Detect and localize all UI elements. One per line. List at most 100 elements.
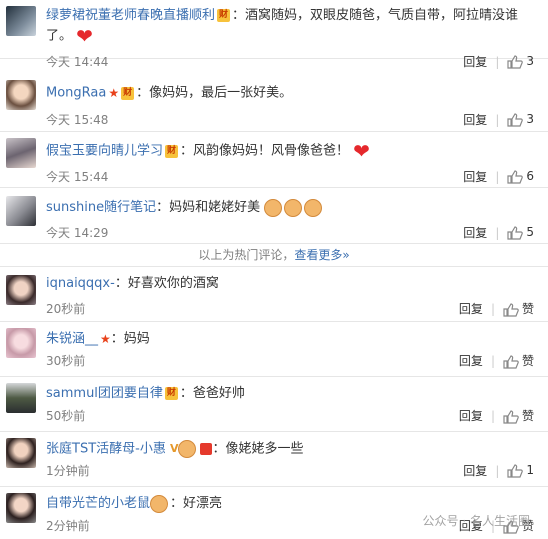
like-button[interactable]: 赞 — [503, 300, 534, 317]
watermark: 公众号 · 名人生活圈 — [422, 514, 530, 528]
comment-text: ：好漂亮 — [170, 496, 223, 511]
fortune-badge-icon: 财 — [121, 86, 135, 100]
reply-button[interactable]: 回复 — [463, 462, 487, 479]
like-count: 3 — [526, 112, 534, 127]
comment-time: 2分钟前 — [46, 519, 90, 533]
comment-text: ：妈妈和姥姥好美 — [156, 200, 261, 215]
like-button[interactable]: 3 — [507, 112, 534, 127]
comment-actions: 回复 | 3 — [463, 111, 534, 128]
comment-text: ：像妈妈，最后一张好美。 — [136, 85, 293, 101]
avatar[interactable] — [6, 138, 36, 168]
comment-actions: 回复 | 赞 — [458, 300, 534, 317]
like-count: 赞 — [521, 302, 534, 316]
hot-comments-footer: 以上为热门评论，查看更多» — [0, 244, 548, 267]
clap-emoji-icon — [264, 198, 283, 217]
avatar[interactable] — [6, 438, 36, 468]
thumbs-up-icon — [507, 55, 524, 69]
thumbs-up-icon — [507, 113, 524, 127]
like-count: 1 — [526, 463, 534, 478]
comment-username[interactable]: 张庭TST活酵母-小惠 — [46, 442, 166, 457]
comment-username[interactable]: 自带光芒的小老鼠 — [46, 496, 150, 511]
comment-text: ：像姥姥多一些 — [212, 441, 304, 457]
comment-actions: 回复 | 6 — [463, 168, 534, 185]
comment-text: ：风韵像妈妈！风骨像爸爸！ — [180, 143, 350, 159]
thumbs-up-icon — [503, 409, 519, 424]
avatar[interactable] — [6, 493, 36, 523]
like-count: 6 — [526, 169, 534, 184]
comment-item: 朱锐涵__ ★：妈妈 30秒前 回复 | 赞 — [0, 322, 548, 377]
comment-actions: 回复 | 1 — [463, 462, 534, 479]
comment-text: ：爸爸好帅 — [179, 386, 245, 401]
thumbs-up-icon — [507, 464, 524, 478]
reply-button[interactable]: 回复 — [459, 300, 483, 317]
comment-username[interactable]: MongRaa — [46, 86, 106, 101]
fortune-badge-icon: 财 — [165, 144, 179, 158]
avatar[interactable] — [6, 328, 36, 358]
comment-item: 张庭TST活酵母-小惠 V ：像姥姥多一些 1分钟前 回复 | 1 — [0, 432, 548, 487]
like-count: 5 — [526, 225, 534, 240]
comment-time: 30秒前 — [46, 354, 86, 368]
red-envelope-icon — [200, 443, 213, 455]
reply-button[interactable]: 回复 — [463, 53, 487, 70]
comment-time: 50秒前 — [46, 409, 86, 423]
avatar[interactable] — [6, 196, 36, 226]
comment-username[interactable]: 朱锐涵__ — [46, 332, 98, 347]
comment-actions: 回复 | 3 — [463, 53, 534, 70]
comment-item: iqnaiqqqx-：好喜欢你的酒窝 20秒前 回复 | 赞 — [0, 267, 548, 322]
comment-item: MongRaa ★ 财：像妈妈，最后一张好美。 今天 15:48 回复 | 3 — [0, 75, 548, 132]
like-button[interactable]: 6 — [507, 169, 534, 184]
vip-v-icon: V — [169, 442, 179, 455]
comment-item: 绿萝裙祝董老师春晚直播顺利财：酒窝随妈，双眼皮随爸，气质自带，阿拉晴没谁了。 ❤… — [0, 0, 548, 69]
comment-username[interactable]: sammul团团要自律 — [46, 386, 163, 401]
thumbs-up-icon — [507, 170, 524, 184]
comment-username[interactable]: 绿萝裙祝董老师春晚直播顺利 — [46, 8, 215, 23]
comment-time: 1分钟前 — [46, 464, 90, 478]
comment-time: 今天 14:44 — [46, 55, 109, 69]
like-button[interactable]: 赞 — [503, 352, 534, 369]
fortune-badge-icon: 财 — [164, 387, 178, 400]
comment-time: 今天 15:44 — [46, 170, 109, 184]
comment-username[interactable]: 假宝玉要向晴儿学习 — [46, 144, 163, 159]
avatar[interactable] — [6, 275, 36, 305]
like-count: 赞 — [521, 354, 534, 368]
comment-item: 假宝玉要向晴儿学习财：风韵像妈妈！风骨像爸爸！ ❤ 今天 15:44 回复 | 6 — [0, 132, 548, 188]
comment-actions: 回复 | 赞 — [458, 407, 534, 424]
fortune-badge-icon: 财 — [217, 9, 231, 22]
comment-actions: 回复 | 赞 — [458, 352, 534, 369]
like-count: 赞 — [521, 409, 534, 423]
star-icon: ★ — [108, 86, 120, 100]
avatar[interactable] — [6, 6, 36, 36]
emoji-icon — [178, 440, 197, 458]
comment-item: sunshine随行笔记：妈妈和姥姥好美 今天 14:29 回复 | 5 — [0, 188, 548, 244]
heart-icon: ❤ — [76, 24, 93, 48]
view-more-link[interactable]: 查看更多» — [294, 248, 349, 262]
like-button[interactable]: 赞 — [503, 407, 534, 424]
comment-text: ：好喜欢你的酒窝 — [114, 276, 219, 291]
hot-comments-note: 以上为热门评论， — [198, 248, 295, 262]
reply-button[interactable]: 回复 — [459, 407, 483, 424]
comment-text: ：妈妈 — [110, 331, 150, 347]
avatar[interactable] — [6, 383, 36, 413]
avatar[interactable] — [6, 80, 36, 110]
like-button[interactable]: 3 — [507, 54, 534, 69]
thumbs-up-icon — [507, 226, 524, 240]
like-count: 3 — [526, 54, 534, 69]
like-button[interactable]: 5 — [507, 225, 534, 240]
like-button[interactable]: 1 — [507, 463, 534, 478]
comment-username[interactable]: sunshine随行笔记 — [46, 200, 156, 215]
reply-button[interactable]: 回复 — [463, 111, 487, 128]
comment-list: 绿萝裙祝董老师春晚直播顺利财：酒窝随妈，双眼皮随爸，气质自带，阿拉晴没谁了。 ❤… — [0, 0, 548, 539]
reply-button[interactable]: 回复 — [459, 352, 483, 369]
reply-button[interactable]: 回复 — [463, 224, 487, 241]
comment-item: sammul团团要自律财：爸爸好帅 50秒前 回复 | 赞 — [0, 377, 548, 432]
thumbs-up-icon — [503, 302, 519, 317]
comment-time: 今天 14:29 — [46, 226, 109, 240]
heart-icon: ❤ — [353, 139, 370, 163]
reply-button[interactable]: 回复 — [463, 168, 487, 185]
comment-actions: 回复 | 5 — [463, 224, 534, 241]
thumbs-up-icon — [503, 354, 519, 369]
comment-username[interactable]: iqnaiqqqx- — [46, 276, 115, 291]
emoji-icon — [150, 494, 169, 513]
comment-time: 20秒前 — [46, 302, 86, 316]
clap-emoji-icon — [284, 198, 303, 217]
